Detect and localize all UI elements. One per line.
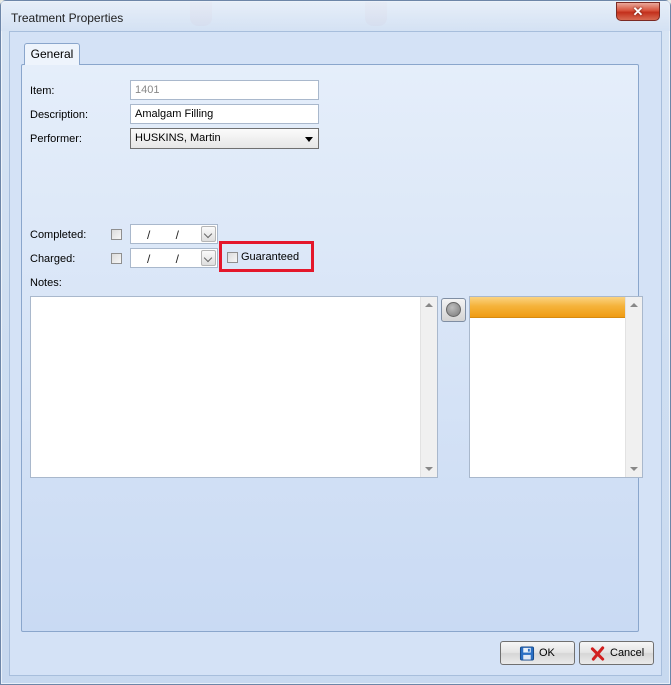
highlight-box <box>219 241 314 272</box>
charged-checkbox[interactable] <box>111 253 122 264</box>
cancel-button[interactable]: Cancel <box>579 641 654 665</box>
close-button[interactable]: ✕ <box>616 2 660 21</box>
notes-textarea[interactable] <box>30 296 438 478</box>
description-field[interactable]: Amalgam Filling <box>130 104 319 124</box>
performer-select[interactable]: HUSKINS, Martin <box>130 128 319 149</box>
cancel-label: Cancel <box>610 647 645 659</box>
performer-value: HUSKINS, Martin <box>135 132 221 144</box>
completed-label: Completed: <box>30 229 87 241</box>
save-icon <box>519 646 535 661</box>
close-icon: ✕ <box>632 4 644 19</box>
scroll-down-icon[interactable] <box>630 467 638 471</box>
item-label: Item: <box>30 85 55 97</box>
scroll-down-icon[interactable] <box>425 467 433 471</box>
charged-label: Charged: <box>30 253 76 265</box>
tab-general[interactable]: General <box>24 43 80 65</box>
title-bar[interactable]: Treatment Properties ✕ <box>1 1 670 31</box>
completed-date-picker[interactable]: / / <box>130 224 218 244</box>
scroll-up-icon[interactable] <box>630 303 638 307</box>
window-title: Treatment Properties <box>11 11 124 25</box>
calendar-dropdown-icon[interactable] <box>201 226 216 242</box>
list-scrollbar[interactable] <box>625 297 642 477</box>
notes-insert-button[interactable] <box>441 298 466 322</box>
description-label: Description: <box>30 109 89 121</box>
ok-label: OK <box>539 647 555 659</box>
circle-icon <box>446 302 461 317</box>
item-field[interactable]: 1401 <box>130 80 319 100</box>
ok-button[interactable]: OK <box>500 641 575 665</box>
charged-date-picker[interactable]: / / <box>130 248 218 268</box>
red-x-icon <box>590 646 605 661</box>
scroll-up-icon[interactable] <box>425 303 433 307</box>
completed-checkbox[interactable] <box>111 229 122 240</box>
chevron-down-icon <box>305 137 313 142</box>
completed-date-value: / / <box>147 228 191 242</box>
calendar-dropdown-icon[interactable] <box>201 250 216 266</box>
notes-scrollbar[interactable] <box>420 297 437 477</box>
dialog-window: Treatment Properties ✕ General Item: 140… <box>0 0 671 685</box>
performer-label: Performer: <box>30 133 82 145</box>
notes-label: Notes: <box>30 277 62 289</box>
charged-date-value: / / <box>147 252 191 266</box>
notes-list[interactable] <box>469 296 643 478</box>
list-header <box>470 297 625 318</box>
